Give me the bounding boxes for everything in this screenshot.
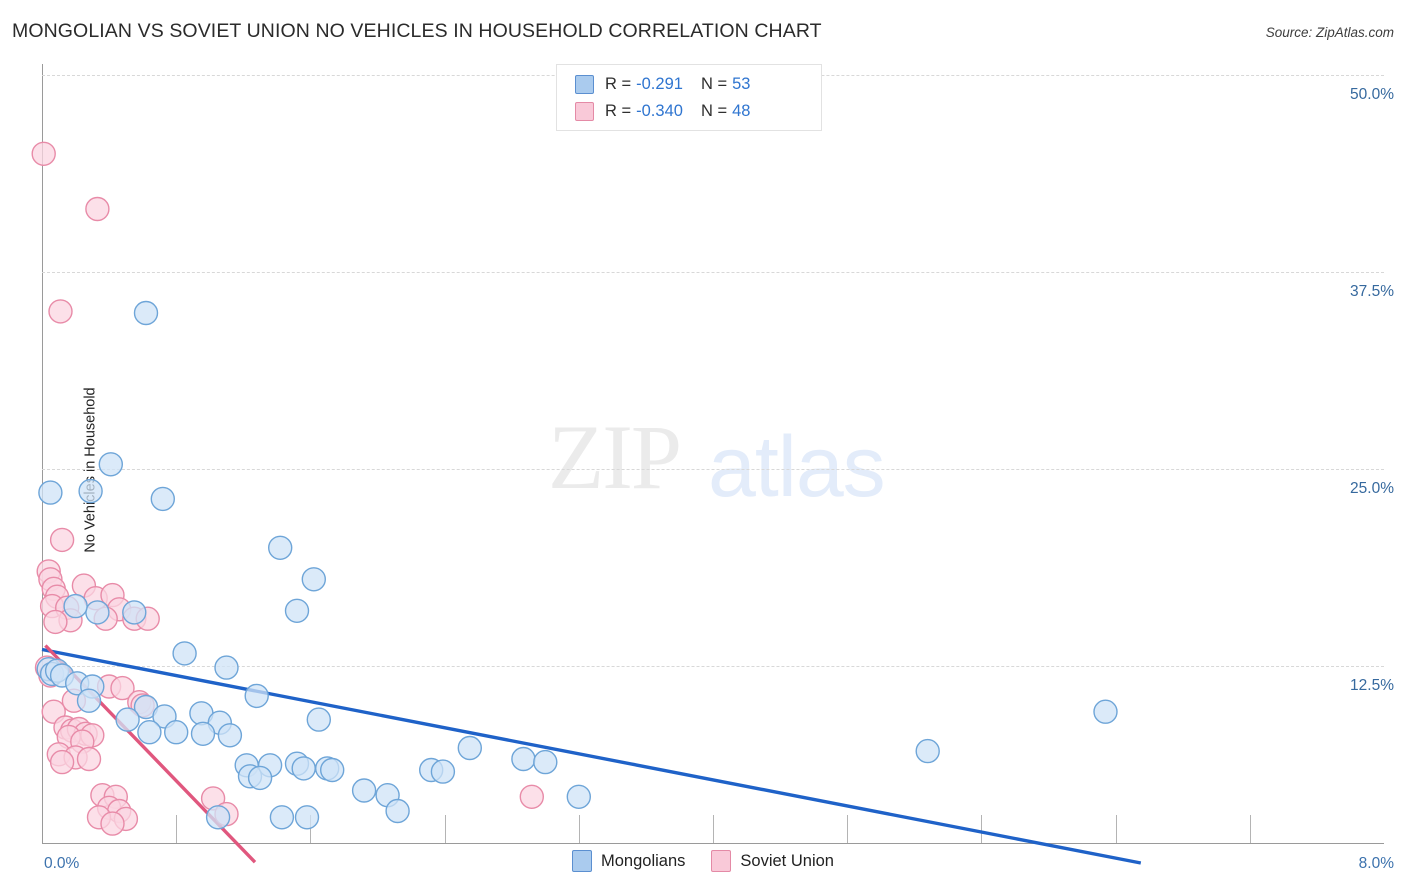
scatter-point (533, 749, 558, 775)
stats-swatch-soviet-union (575, 101, 594, 121)
scatter-point (385, 798, 410, 824)
legend-swatch-soviet-union (711, 850, 732, 872)
scatter-point (85, 600, 110, 625)
scatter-point (511, 746, 536, 772)
scatter-point (48, 299, 73, 324)
scatter-point (1093, 699, 1118, 724)
scatter-point (122, 600, 147, 625)
scatter-point (100, 811, 125, 836)
legend-label-soviet-union: Soviet Union (740, 851, 834, 870)
scatter-point (38, 480, 63, 505)
legend-label-mongolians: Mongolians (601, 851, 686, 870)
scatter-point (78, 478, 103, 504)
scatter-point (76, 688, 102, 713)
scatter-point (43, 609, 68, 635)
scatter-point (76, 746, 102, 772)
scatter-point (49, 749, 75, 775)
mongolians-points (36, 300, 1118, 830)
scatter-point (294, 805, 320, 830)
scatter-point (457, 735, 482, 761)
scatter-point (115, 707, 140, 732)
scatter-point (98, 452, 124, 477)
stats-swatch-mongolians (575, 74, 594, 94)
scatter-point (351, 778, 377, 803)
stats-r-label-mongolians: R = (605, 74, 632, 93)
scatter-point (63, 593, 88, 619)
scatter-point (163, 720, 189, 745)
legend-swatch-mongolians (572, 850, 593, 872)
scatter-point (85, 196, 110, 222)
stats-r-value-soviet-union: -0.340 (636, 101, 683, 120)
scatter-point (214, 655, 239, 680)
stats-r-label-soviet-union: R = (605, 101, 632, 120)
scatter-point (137, 720, 162, 745)
scatter-point (284, 598, 310, 623)
scatter-point (31, 141, 56, 167)
scatter-point (519, 784, 544, 809)
stats-n-label-soviet-union: N = (700, 101, 728, 120)
stats-n-value-mongolians: 53 (732, 74, 751, 93)
correlation-chart: MONGOLIAN VS SOVIET UNION NO VEHICLES IN… (0, 0, 1406, 892)
stats-r-value-mongolians: -0.291 (636, 74, 683, 93)
scatter-point (915, 738, 940, 764)
scatter-point (430, 759, 456, 784)
scatter-point (172, 641, 197, 666)
legend-item-mongolians[interactable]: Mongolians (572, 850, 685, 872)
scatter-point (205, 805, 231, 830)
scatter-point (268, 535, 293, 560)
trendline (41, 647, 1142, 865)
stats-row-mongolians: R = -0.291 N = 53 (575, 71, 750, 97)
legend-item-soviet-union[interactable]: Soviet Union (711, 850, 834, 872)
stats-n-label-mongolians: N = (700, 74, 728, 93)
scatter-point (291, 756, 316, 781)
scatter-point (244, 683, 269, 709)
scatter-points-layer (31, 141, 1142, 865)
scatter-point (301, 567, 326, 592)
scatter-point (247, 765, 273, 791)
stats-row-soviet-union: R = -0.340 N = 48 (575, 98, 750, 124)
scatter-point (49, 527, 75, 553)
scatter-point (150, 486, 176, 512)
correlation-stats-box: R = -0.291 N = 53 R = -0.340 N = 48 (556, 64, 822, 131)
scatter-point (217, 723, 243, 748)
scatter-point (190, 721, 216, 746)
stats-n-value-soviet-union: 48 (732, 101, 751, 120)
scatter-point (306, 707, 331, 732)
series-legend: Mongolians Soviet Union (0, 850, 1406, 872)
scatter-point (269, 805, 295, 830)
trendlines (41, 644, 1142, 865)
scatter-point (566, 784, 591, 809)
scatter-point (320, 757, 345, 783)
scatter-point (133, 300, 159, 326)
